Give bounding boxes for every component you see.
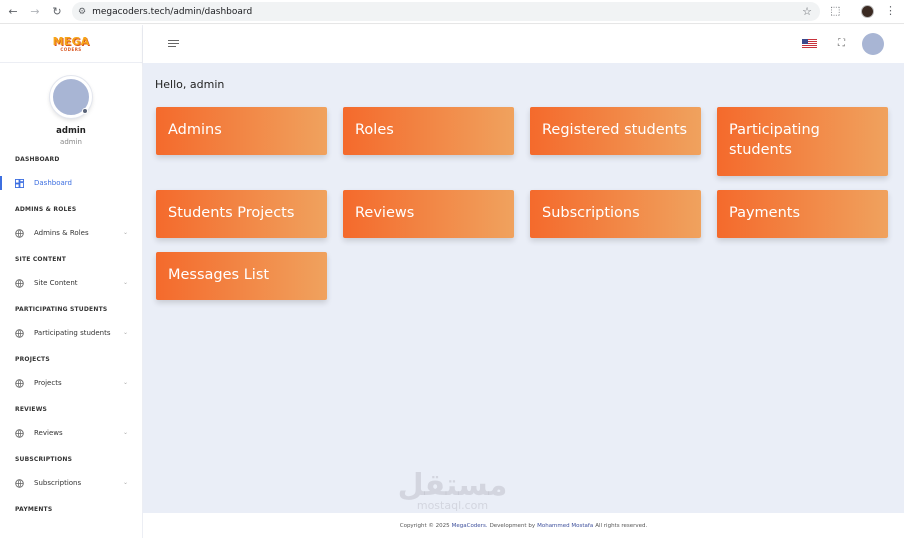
sidebar-item-subscriptions[interactable]: Subscriptions ⌄ — [0, 476, 142, 490]
sidebar-section: SITE CONTENT Site Content ⌄ — [0, 256, 142, 290]
sidebar: MEGA CODERS admin admin DASHBOARD Dashboa… — [0, 25, 143, 538]
card-label: Messages List — [168, 267, 270, 283]
footer: Copyright © 2025 MegaCoders. Development… — [143, 513, 904, 538]
card-students-projects[interactable]: Students Projects — [156, 190, 327, 238]
address-bar[interactable]: ⚙ megacoders.tech/admin/dashboard ☆ — [72, 2, 820, 21]
globe-icon — [15, 478, 34, 488]
extensions-icon[interactable]: ⬚ — [830, 4, 840, 17]
sidebar-item-site-content[interactable]: Site Content ⌄ — [0, 276, 142, 290]
chevron-down-icon[interactable]: ⌄ — [123, 329, 128, 336]
sidebar-section: PARTICIPATING STUDENTS Participating stud… — [0, 306, 142, 340]
globe-icon — [15, 328, 34, 338]
sidebar-section: SUBSCRIPTIONS Subscriptions ⌄ — [0, 456, 142, 490]
browser-profile-avatar[interactable] — [861, 5, 874, 18]
chevron-down-icon[interactable]: ⌄ — [123, 379, 128, 386]
logo-mega-text: MEGA — [52, 34, 90, 48]
sidebar-section-title: PARTICIPATING STUDENTS — [15, 306, 108, 313]
sidebar-profile: admin admin — [0, 63, 142, 146]
sidebar-section: DASHBOARD Dashboard — [0, 156, 142, 190]
sidebar-item-label: Dashboard — [34, 179, 72, 187]
sidebar-item-admins-roles[interactable]: Admins & Roles ⌄ — [0, 226, 142, 240]
profile-name: admin — [56, 126, 86, 136]
sidebar-item-dashboard[interactable]: Dashboard — [0, 176, 142, 190]
sidebar-item-label: Site Content — [34, 279, 78, 287]
logo-coders-text: CODERS — [60, 46, 82, 52]
card-participating-students[interactable]: Participating students — [717, 107, 888, 176]
sidebar-section: PROJECTS Projects ⌄ — [0, 356, 142, 390]
card-label: Subscriptions — [542, 205, 640, 221]
sidebar-item-label: Reviews — [34, 429, 63, 437]
globe-icon — [15, 378, 34, 388]
sidebar-section-title: PAYMENTS — [15, 506, 53, 513]
card-admins[interactable]: Admins — [156, 107, 327, 155]
sidebar-section-title: SUBSCRIPTIONS — [15, 456, 73, 463]
card-label: Payments — [729, 205, 801, 221]
sidebar-item-reviews[interactable]: Reviews ⌄ — [0, 426, 142, 440]
main-content: Hello, admin Admins Roles Registered stu… — [143, 63, 904, 513]
chevron-down-icon[interactable]: ⌄ — [123, 429, 128, 436]
sidebar-section-title: SITE CONTENT — [15, 256, 67, 263]
greeting: Hello, admin — [155, 78, 225, 91]
globe-icon — [15, 428, 34, 438]
card-reviews[interactable]: Reviews — [343, 190, 514, 238]
card-label: Reviews — [355, 205, 415, 221]
footer-author-link[interactable]: Mohammed Mostafa — [537, 523, 593, 529]
sidebar-item-label: Subscriptions — [34, 479, 82, 487]
card-messages-list[interactable]: Messages List — [156, 252, 327, 300]
menu-toggle-icon[interactable] — [168, 40, 179, 49]
avatar — [50, 76, 92, 118]
card-payments[interactable]: Payments — [717, 190, 888, 238]
footer-copyright: Copyright © 2025 — [399, 522, 450, 529]
sidebar-section-title: DASHBOARD — [15, 156, 60, 163]
sidebar-item-label: Participating students — [34, 329, 111, 337]
chevron-down-icon[interactable]: ⌄ — [123, 229, 128, 236]
sidebar-section-title: REVIEWS — [15, 406, 48, 413]
card-label: Participating students — [729, 122, 820, 158]
back-icon[interactable]: ← — [4, 3, 22, 21]
browser-toolbar: ← → ↻ ⚙ megacoders.tech/admin/dashboard … — [0, 0, 904, 24]
card-roles[interactable]: Roles — [343, 107, 514, 155]
sidebar-section-title: ADMINS & ROLES — [15, 206, 77, 213]
card-label: Admins — [168, 122, 222, 138]
topbar: ⛶ — [143, 25, 904, 63]
sidebar-section-title: PROJECTS — [15, 356, 50, 363]
sidebar-section: ADMINS & ROLES Admins & Roles ⌄ — [0, 206, 142, 240]
site-info-icon[interactable]: ⚙ — [78, 7, 86, 17]
status-dot — [82, 108, 88, 114]
dashboard-icon — [15, 178, 34, 188]
sidebar-item-projects[interactable]: Projects ⌄ — [0, 376, 142, 390]
footer-rights-text: All rights reserved. — [595, 522, 648, 529]
footer-development-text: Development by — [489, 522, 536, 529]
user-avatar[interactable] — [862, 33, 884, 55]
fullscreen-icon[interactable]: ⛶ — [838, 38, 845, 49]
brand-logo[interactable]: MEGA CODERS — [53, 36, 90, 52]
browser-menu-icon[interactable]: ⋮ — [885, 4, 896, 17]
sidebar-menu: DASHBOARD Dashboard ADMINS & ROLES Admins &… — [0, 156, 142, 516]
chevron-down-icon[interactable]: ⌄ — [123, 479, 128, 486]
chevron-down-icon[interactable]: ⌄ — [123, 279, 128, 286]
card-label: Registered students — [542, 122, 688, 138]
profile-role: admin — [60, 138, 82, 146]
sidebar-item-label: Admins & Roles — [34, 229, 89, 237]
bookmark-star-icon[interactable]: ☆ — [802, 5, 812, 18]
sidebar-item-label: Projects — [34, 379, 62, 387]
globe-icon — [15, 228, 34, 238]
globe-icon — [15, 278, 34, 288]
sidebar-item-participating-students[interactable]: Participating students ⌄ — [0, 326, 142, 340]
url-text: megacoders.tech/admin/dashboard — [92, 6, 253, 17]
card-label: Students Projects — [168, 205, 295, 221]
us-flag-icon[interactable] — [802, 39, 817, 49]
sidebar-section: PAYMENTS — [0, 506, 142, 516]
sidebar-section: REVIEWS Reviews ⌄ — [0, 406, 142, 440]
reload-icon[interactable]: ↻ — [48, 3, 66, 21]
card-label: Roles — [355, 122, 394, 138]
forward-icon[interactable]: → — [26, 3, 44, 21]
card-registered-students[interactable]: Registered students — [530, 107, 701, 155]
card-subscriptions[interactable]: Subscriptions — [530, 190, 701, 238]
logo-area: MEGA CODERS — [0, 25, 142, 63]
footer-brand-link[interactable]: MegaCoders. — [452, 523, 488, 529]
